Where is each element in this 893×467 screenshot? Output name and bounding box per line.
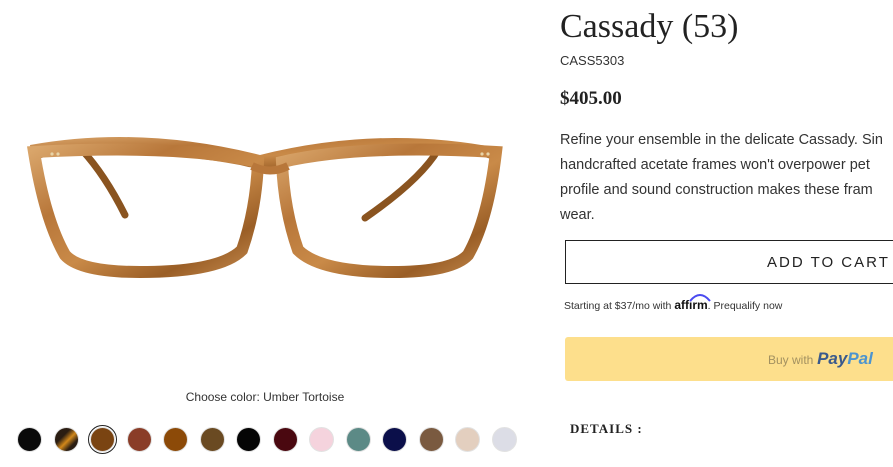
color-swatch[interactable] xyxy=(491,427,517,452)
paypal-logo-pal: Pal xyxy=(847,349,873,368)
affirm-prefix: Starting at $37/mo with xyxy=(564,300,672,312)
color-swatch[interactable] xyxy=(418,427,444,452)
paypal-button[interactable]: Buy with PayPal xyxy=(565,337,893,381)
description-line: handcrafted acetate frames won't overpow… xyxy=(560,157,870,173)
affirm-logo: affirm xyxy=(674,294,712,312)
description-line: wear. xyxy=(560,207,595,223)
product-image xyxy=(20,100,520,300)
color-swatch[interactable] xyxy=(345,427,371,452)
color-swatch[interactable] xyxy=(382,427,407,452)
affirm-prequalify-link[interactable]: . Prequalify now xyxy=(708,300,783,312)
paypal-prefix: Buy with xyxy=(768,353,814,367)
product-title: Cassady (53) xyxy=(560,8,739,45)
color-swatch[interactable] xyxy=(53,427,79,452)
affirm-arc-icon xyxy=(689,294,712,302)
paypal-logo-pay: Pay xyxy=(817,349,848,368)
color-swatch[interactable] xyxy=(163,427,188,452)
color-swatch[interactable] xyxy=(17,427,42,452)
color-swatch[interactable] xyxy=(455,427,480,452)
product-sku: CASS5303 xyxy=(560,53,625,68)
color-swatch[interactable] xyxy=(199,427,225,452)
product-description: Refine your ensemble in the delicate Cas… xyxy=(560,128,893,228)
details-heading[interactable]: DETAILS : xyxy=(570,421,643,437)
add-to-cart-button[interactable]: ADD TO CART xyxy=(565,240,893,284)
color-swatch[interactable] xyxy=(87,424,118,455)
color-swatch[interactable] xyxy=(236,427,261,452)
color-swatch[interactable] xyxy=(272,427,298,452)
color-swatch[interactable] xyxy=(309,427,334,452)
eyeglasses-image xyxy=(27,137,503,279)
description-line: Refine your ensemble in the delicate Cas… xyxy=(560,132,883,148)
color-label: Choose color: Umber Tortoise xyxy=(185,390,345,404)
product-price: $405.00 xyxy=(560,88,622,109)
paypal-logo: PayPal xyxy=(817,349,873,368)
affirm-financing-text: Starting at $37/mo with affirm. Prequali… xyxy=(564,294,783,312)
color-swatch-list xyxy=(17,424,528,455)
description-line: profile and sound construction makes the… xyxy=(560,182,873,198)
color-swatch[interactable] xyxy=(126,427,152,452)
